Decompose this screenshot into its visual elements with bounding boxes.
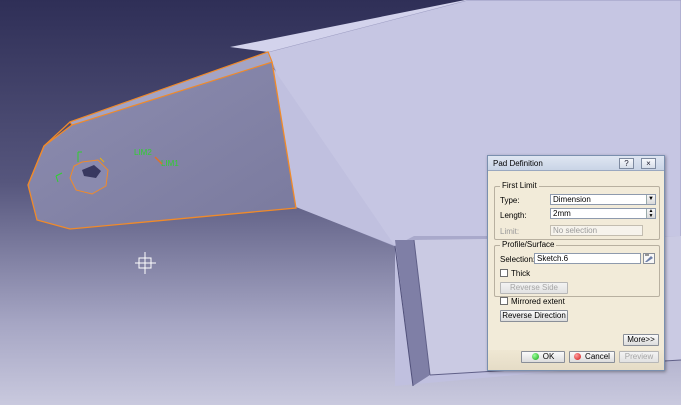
reverse-side-button[interactable]: Reverse Side [500, 282, 568, 294]
length-spinner[interactable]: ▲ ▼ [646, 209, 655, 218]
dialog-titlebar[interactable]: Pad Definition ? × [488, 156, 664, 171]
limit-placeholder: No selection [553, 226, 598, 235]
ok-label: OK [542, 352, 555, 361]
limit-label: Limit: [500, 227, 520, 236]
lim2-label: LIM2 [134, 148, 152, 157]
more-button[interactable]: More>> [623, 334, 659, 346]
close-button[interactable]: × [641, 158, 656, 169]
length-input[interactable]: 2mm ▲ ▼ [550, 208, 656, 219]
length-value: 2mm [553, 209, 571, 218]
type-value: Dimension [553, 195, 591, 204]
cancel-label: Cancel [585, 352, 610, 361]
dialog-title: Pad Definition [493, 159, 543, 168]
selection-input[interactable]: Sketch.6 [534, 253, 641, 264]
type-label: Type: [500, 196, 520, 205]
reverse-direction-button[interactable]: Reverse Direction [500, 310, 568, 322]
thick-label: Thick [511, 269, 531, 278]
first-limit-label: First Limit [500, 181, 539, 190]
pad-definition-dialog[interactable]: Pad Definition ? × First Limit Type: Dim… [487, 155, 665, 371]
preview-button[interactable]: Preview [619, 351, 659, 363]
thick-checkbox[interactable] [500, 269, 508, 277]
limit-input: No selection [550, 225, 643, 236]
chevron-down-icon[interactable]: ▼ [646, 195, 655, 204]
selection-label: Selection: [500, 255, 536, 264]
type-dropdown[interactable]: Dimension ▼ [550, 194, 656, 205]
cancel-button[interactable]: Cancel [569, 351, 615, 363]
mirrored-extent-label: Mirrored extent [511, 297, 565, 306]
sketch-edit-icon[interactable] [643, 253, 655, 264]
ok-icon [531, 353, 539, 360]
profile-surface-label: Profile/Surface [500, 240, 557, 249]
cancel-icon [574, 353, 582, 360]
selection-value: Sketch.6 [537, 254, 569, 263]
lim1-label: LIM1 [161, 159, 179, 168]
length-label: Length: [500, 211, 527, 220]
help-button[interactable]: ? [619, 158, 634, 169]
ok-button[interactable]: OK [521, 351, 565, 363]
mirrored-extent-checkbox[interactable] [500, 297, 508, 305]
